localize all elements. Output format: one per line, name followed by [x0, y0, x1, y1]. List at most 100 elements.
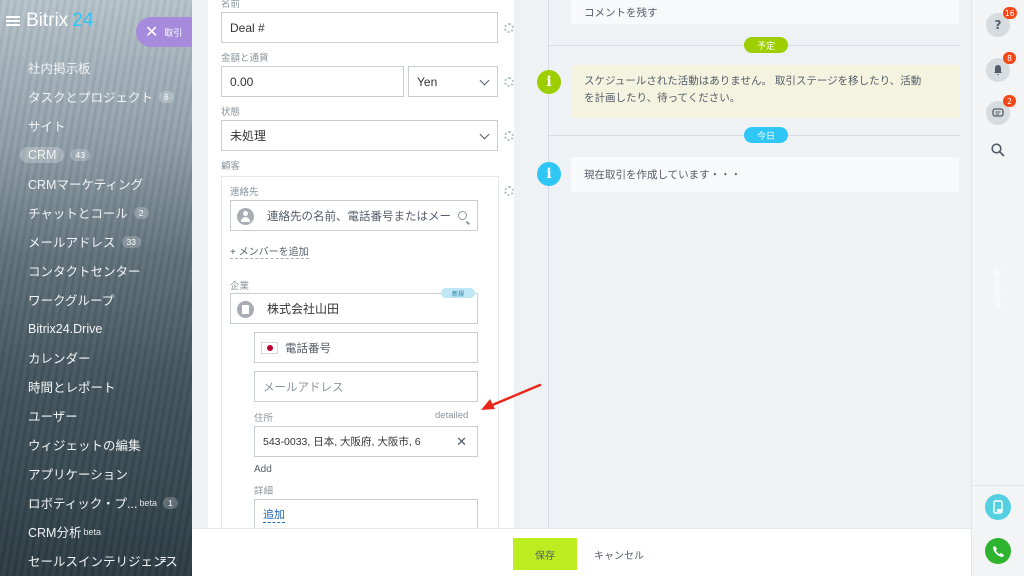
sidebar-item-users[interactable]: ユーザー	[0, 401, 192, 430]
phone-widget-icon[interactable]	[985, 494, 1011, 520]
close-slider-button[interactable]: ✕ 取引	[136, 17, 192, 47]
sidebar-item-sites[interactable]: サイト	[0, 111, 192, 140]
sidebar-item-label: タスクとプロジェクト	[28, 91, 154, 105]
address-value: 543-0033, 日本, 大阪府, 大阪市, 6	[263, 436, 421, 448]
close-icon: ✕	[145, 22, 159, 41]
notifications-count: 8	[1003, 52, 1016, 64]
sidebar-item-label: セールスインテリジェンス	[28, 555, 178, 569]
sidebar-item-mail[interactable]: メールアドレス 33	[0, 227, 192, 256]
save-button[interactable]: 保存	[513, 538, 577, 570]
contact-label: 連絡先	[230, 187, 259, 198]
close-slider-label: 取引	[164, 28, 183, 39]
logo-number[interactable]: 24	[72, 10, 93, 32]
details-box: 追加	[254, 499, 478, 530]
right-bar-divider	[972, 485, 1024, 486]
person-icon	[237, 208, 254, 225]
bell-icon	[994, 65, 1002, 76]
sidebar-item-time-reports[interactable]: 時間とレポート	[0, 372, 192, 401]
company-value: 株式会社山田	[267, 302, 340, 316]
creating-card: 現在取引を作成しています・・・	[571, 157, 959, 192]
chat-icon[interactable]: 2	[986, 95, 1016, 125]
name-input[interactable]: Deal #	[221, 12, 498, 43]
planned-card: スケジュールされた活動はありません。 取引ステージを移したり、活動 を計画したり…	[571, 65, 959, 118]
sidebar-item-tasks[interactable]: タスクとプロジェクト 6	[0, 82, 192, 111]
sidebar-item-label: 社内掲示板	[28, 62, 91, 76]
email-input[interactable]: メールアドレス	[254, 371, 478, 402]
sidebar-item-rpa[interactable]: ロボティック・プ... beta 1	[0, 488, 192, 517]
sidebar-item-label: カレンダー	[28, 352, 91, 366]
search-icon[interactable]	[458, 211, 467, 220]
chevron-down-icon	[479, 75, 490, 86]
left-sidebar: Bitrix 24 社内掲示板 タスクとプロジェクト 6 サイト CRM 43 CR…	[0, 0, 192, 576]
sidebar-item-sales-intelligence[interactable]: セールスインテリジェンス ≡	[0, 546, 192, 575]
sidebar-item-calendar[interactable]: カレンダー	[0, 343, 192, 372]
info-icon: i	[537, 162, 561, 186]
sidebar-item-drive[interactable]: Bitrix24.Drive	[0, 314, 192, 343]
sidebar-item-news[interactable]: 社内掲示板	[0, 53, 192, 82]
sidebar-item-label: コンタクトセンター	[28, 265, 141, 279]
sidebar-item-crm[interactable]: CRM 43	[0, 140, 192, 169]
sidebar-item-label: サイト	[28, 120, 66, 134]
address-detailed-link[interactable]: detailed	[435, 410, 468, 421]
currency-select[interactable]: Yen	[408, 66, 498, 97]
currency-value: Yen	[417, 74, 438, 89]
new-badge: 新規	[441, 288, 475, 298]
deal-slider-panel: 名前 Deal # 金額と通貨 0.00 Yen 状態 未処理 顧客 連絡先 連…	[192, 0, 971, 576]
name-value: Deal #	[230, 20, 265, 35]
sidebar-item-crm-analytics[interactable]: CRM分析 beta	[0, 517, 192, 546]
comment-box[interactable]: コメントを残す	[571, 0, 959, 24]
planned-text-line-2: を計画したり、待ってください。	[584, 92, 741, 104]
sidebar-item-contact-center[interactable]: コンタクトセンター	[0, 256, 192, 285]
sidebar-item-applications[interactable]: アプリケーション	[0, 459, 192, 488]
name-label: 名前	[221, 0, 241, 10]
call-icon[interactable]	[985, 538, 1011, 564]
logo-text[interactable]: Bitrix	[26, 10, 68, 32]
amount-label: 金額と通貨	[221, 53, 269, 64]
menu-icon[interactable]	[6, 15, 20, 27]
field-settings-icon[interactable]	[504, 186, 514, 196]
planned-badge: 予定	[744, 37, 788, 53]
phone-input[interactable]: 電話番号	[254, 332, 478, 363]
sidebar-item-label: ユーザー	[28, 410, 78, 424]
sidebar-item-workgroups[interactable]: ワークグループ	[0, 285, 192, 314]
field-settings-icon[interactable]	[504, 131, 514, 141]
notifications-bell-icon[interactable]: 8	[986, 52, 1016, 82]
right-bar: ? 16 8 2 取引を作成	[971, 0, 1024, 576]
sidebar-item-label: メールアドレス	[28, 236, 116, 250]
vertical-label: 取引を作成	[993, 268, 1002, 308]
sidebar-item-count: 43	[70, 148, 90, 161]
amount-input[interactable]: 0.00	[221, 66, 404, 97]
beta-tag: beta	[83, 526, 101, 537]
contact-search-input[interactable]: 連絡先の名前、電話番号またはメー	[230, 200, 478, 231]
sidebar-item-label: チャットとコール	[28, 207, 128, 221]
sidebar-item-crm-marketing[interactable]: CRMマーケティング	[0, 169, 192, 198]
address-input[interactable]: 543-0033, 日本, 大阪府, 大阪市, 6 ✕	[254, 426, 478, 457]
field-settings-icon[interactable]	[504, 77, 514, 87]
help-icon[interactable]: ? 16	[986, 7, 1017, 37]
annotation-arrow	[481, 383, 542, 410]
japan-flag-icon[interactable]	[261, 342, 278, 354]
chat-count: 2	[1003, 95, 1016, 107]
clear-icon[interactable]: ✕	[456, 434, 467, 450]
client-label: 顧客	[221, 161, 241, 172]
sidebar-settings-icon[interactable]: ≡	[160, 554, 172, 566]
sidebar-item-widget-edit[interactable]: ウィジェットの編集	[0, 430, 192, 459]
details-label: 詳細	[254, 486, 274, 497]
search-icon[interactable]	[991, 142, 1005, 161]
status-select[interactable]: 未処理	[221, 120, 498, 151]
sidebar-item-label: ワークグループ	[28, 294, 115, 308]
company-input[interactable]: 株式会社山田 新規	[230, 288, 478, 324]
sidebar-item-label: ロボティック・プ...	[28, 497, 138, 511]
details-add-link[interactable]: 追加	[263, 506, 285, 523]
sidebar-item-label: 時間とレポート	[28, 381, 116, 395]
logo-row: Bitrix 24	[6, 10, 93, 32]
client-section: 連絡先 連絡先の名前、電話番号またはメー + メンバーを追加 企業 株式会社山田…	[221, 176, 499, 530]
beta-tag: beta	[139, 497, 157, 508]
add-member-link[interactable]: + メンバーを追加	[230, 243, 309, 259]
sidebar-item-label: CRM分析	[28, 526, 82, 540]
address-add-link[interactable]: Add	[254, 464, 272, 475]
field-settings-icon[interactable]	[504, 23, 514, 33]
cancel-button[interactable]: キャンセル	[594, 538, 644, 570]
sidebar-item-chat[interactable]: チャットとコール 2	[0, 198, 192, 227]
status-label: 状態	[221, 107, 241, 118]
